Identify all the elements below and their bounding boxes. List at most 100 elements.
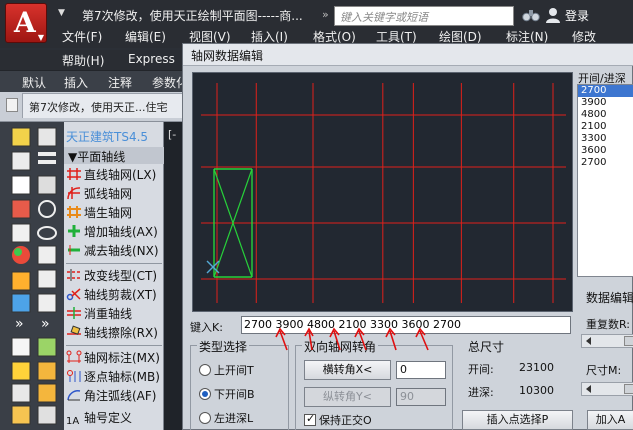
type-selection-title: 类型选择 bbox=[197, 338, 250, 355]
list-item[interactable]: 3300 bbox=[578, 133, 633, 145]
minus-icon bbox=[66, 243, 82, 257]
grid-dimension-icon bbox=[66, 350, 82, 364]
dialog-title: 轴网数据编辑 bbox=[183, 44, 633, 66]
cup-icon bbox=[11, 199, 31, 219]
size-slider[interactable] bbox=[581, 382, 633, 396]
ribbon-tab-insert[interactable]: 插入 bbox=[64, 74, 88, 91]
key-in-label: 键入K: bbox=[190, 321, 223, 334]
wall-grid-icon bbox=[66, 205, 82, 219]
measure-icon bbox=[11, 383, 31, 403]
arrow-left-icon bbox=[586, 337, 591, 345]
list-item[interactable]: 2700 bbox=[578, 85, 633, 97]
hand-icon bbox=[11, 361, 31, 381]
corner-arc-icon bbox=[66, 388, 82, 402]
palette-item-grid-dimension[interactable]: 轴网标注(MX) bbox=[66, 349, 164, 368]
list-item[interactable]: 4800 bbox=[578, 109, 633, 121]
eraser-icon bbox=[66, 325, 82, 339]
list-item[interactable]: 3900 bbox=[578, 97, 633, 109]
text-icon bbox=[37, 175, 57, 195]
toolbar-icons: » » bbox=[11, 127, 57, 425]
vertical-angle-button[interactable]: 纵转角Y< bbox=[304, 387, 391, 407]
palette-item-straight-grid[interactable]: 直线轴网(LX) bbox=[66, 166, 164, 185]
palette-item-wall-grid[interactable]: 墙生轴网 bbox=[66, 204, 164, 223]
plus-icon bbox=[66, 224, 82, 238]
palette-item-axis-erase[interactable]: 轴线擦除(RX) bbox=[66, 324, 164, 343]
line-icon bbox=[38, 152, 56, 156]
quick-access-caret-icon[interactable]: ▼ bbox=[58, 8, 65, 18]
menu-express[interactable]: Express bbox=[128, 52, 175, 66]
palette-item-point-axis-label[interactable]: 逐点轴标(MB) bbox=[66, 368, 164, 387]
list-item[interactable]: 2100 bbox=[578, 121, 633, 133]
add-button[interactable]: 加入A bbox=[587, 410, 633, 430]
window-title: 第7次修改，使用天正绘制平面图-----商... bbox=[82, 9, 303, 23]
search-input[interactable]: 键入关键字或短语 bbox=[334, 6, 514, 26]
ribbon-tab-annotate[interactable]: 注释 bbox=[108, 74, 132, 91]
point-icon bbox=[37, 293, 57, 313]
key-in-field[interactable]: 2700 3900 4800 2100 3300 3600 2700 bbox=[241, 316, 571, 334]
vertical-angle-input[interactable]: 90 bbox=[396, 388, 446, 406]
data-edit-label: 数据编辑 bbox=[586, 291, 633, 305]
palette-section-axis[interactable]: ▼平面轴线 bbox=[64, 147, 164, 164]
depth-total-label: 进深: bbox=[468, 386, 494, 399]
login-link[interactable]: 登录 bbox=[565, 7, 589, 24]
left-toolbar: » » bbox=[0, 122, 64, 430]
sheet-icon bbox=[11, 175, 31, 195]
palette-item-change-linetype[interactable]: 改变线型(CT) bbox=[66, 267, 164, 286]
palette-item-remove-axis[interactable]: 减去轴线(NX) bbox=[66, 242, 164, 261]
title-arrow-icon: » bbox=[322, 8, 329, 21]
drawing-area-edge: [- bbox=[164, 122, 182, 430]
block-icon bbox=[37, 337, 57, 357]
palette-item-axis-number-define[interactable]: 1A 轴号定义 bbox=[66, 409, 164, 428]
binoculars-icon[interactable] bbox=[522, 7, 540, 23]
type-selection-group: 类型选择 上开间T 下开间B 左进深L bbox=[190, 338, 289, 430]
rotate-icon bbox=[37, 405, 57, 425]
list-item[interactable]: 3600 bbox=[578, 145, 633, 157]
document-tab[interactable]: 第7次修改，使用天正...住宅 bbox=[22, 93, 190, 118]
menu-edit[interactable]: 编辑(E) bbox=[125, 28, 166, 45]
scale-icon bbox=[11, 151, 31, 171]
palette-item-corner-arc[interactable]: 角注弧线(AF) bbox=[66, 387, 164, 406]
svg-text:»: » bbox=[41, 316, 50, 332]
list-item[interactable]: 2700 bbox=[578, 157, 633, 169]
horizontal-angle-button[interactable]: 横转角X< bbox=[304, 360, 391, 380]
palette-divider bbox=[66, 345, 162, 346]
size-label: 尺寸M: bbox=[586, 364, 622, 377]
radio-left-depth[interactable]: 左进深L bbox=[199, 410, 253, 426]
horizontal-angle-input[interactable]: 0 bbox=[396, 361, 446, 379]
insert-point-button[interactable]: 插入点选择P bbox=[462, 410, 573, 430]
rotation-group-title: 双向轴网转角 bbox=[302, 338, 379, 355]
viewport-control[interactable]: [- bbox=[168, 128, 176, 141]
user-icon[interactable] bbox=[544, 6, 562, 24]
ribbon-tab-home[interactable]: 默认 bbox=[22, 74, 46, 91]
bay-total-label: 开间: bbox=[468, 363, 494, 376]
window-icon bbox=[37, 127, 57, 147]
repeat-count-slider[interactable] bbox=[581, 334, 633, 348]
toggle-icon bbox=[11, 293, 31, 313]
palette-item-add-axis[interactable]: 增加轴线(AX) bbox=[66, 223, 164, 242]
grid-preview bbox=[192, 72, 573, 312]
palette-title: 天正建筑TS4.5 bbox=[66, 130, 149, 144]
menu-file[interactable]: 文件(F) bbox=[62, 28, 102, 45]
circle-icon bbox=[38, 200, 56, 218]
depth-total-value: 10300 bbox=[519, 384, 554, 397]
title-bar: A ▼ ▼ 第7次修改，使用天正绘制平面图-----商... » 键入关键字或短… bbox=[0, 0, 633, 48]
palette-item-axis-trim[interactable]: 轴线剪裁(XT) bbox=[66, 286, 164, 305]
palette-item-arc-grid[interactable]: 弧线轴网 bbox=[66, 185, 164, 204]
radio-bottom-bay[interactable]: 下开间B bbox=[199, 386, 255, 402]
dimension-list[interactable]: 2700 3900 4800 2100 3300 3600 2700 bbox=[577, 84, 633, 277]
rotation-group: 双向轴网转角 横转角X< 0 纵转角Y< 90 ✓ 保持正交O bbox=[295, 338, 453, 430]
axis-number-icon: 1A bbox=[66, 416, 80, 427]
palette-item-remove-duplicate[interactable]: 消重轴线 bbox=[66, 305, 164, 324]
palette-divider bbox=[66, 263, 162, 264]
keep-orthogonal-checkbox[interactable]: ✓ 保持正交O bbox=[304, 412, 372, 428]
linetype-icon bbox=[66, 268, 82, 282]
grid-preview-canvas bbox=[201, 83, 566, 303]
point-label-icon bbox=[66, 369, 82, 383]
hatch-icon bbox=[37, 245, 57, 265]
region-icon bbox=[37, 269, 57, 289]
scissors-icon bbox=[66, 287, 82, 301]
grid-icon bbox=[66, 167, 82, 181]
radio-selected-icon bbox=[199, 388, 211, 400]
menu-help[interactable]: 帮助(H) bbox=[62, 52, 104, 69]
radio-top-bay[interactable]: 上开间T bbox=[199, 362, 254, 378]
